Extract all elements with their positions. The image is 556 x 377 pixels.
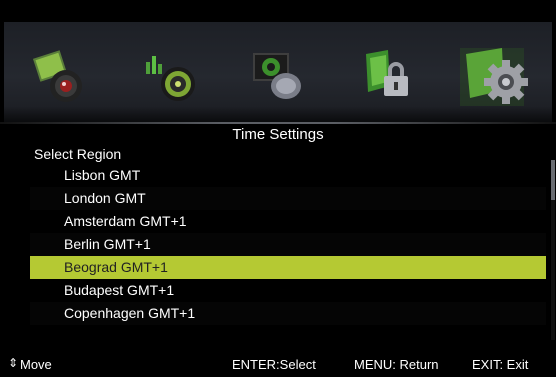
settings-icon[interactable] xyxy=(454,40,534,110)
footer-hints: ⇕ Move ENTER:Select MENU: Return EXIT: E… xyxy=(0,352,556,377)
select-region-label: Select Region xyxy=(34,146,122,162)
channel-icon[interactable] xyxy=(238,40,318,110)
move-hint: Move xyxy=(20,357,52,372)
region-item[interactable]: Berlin GMT+1 xyxy=(30,233,546,256)
region-item[interactable]: Amsterdam GMT+1 xyxy=(30,210,546,233)
tv-menu-screen: Time Settings Select Region Lisbon GMT L… xyxy=(0,0,556,377)
scroll-thumb[interactable] xyxy=(551,160,555,200)
menu-return-hint: MENU: Return xyxy=(354,357,439,372)
enter-select-hint: ENTER:Select xyxy=(232,357,316,372)
exit-hint: EXIT: Exit xyxy=(472,357,529,372)
page-title: Time Settings xyxy=(232,126,324,143)
region-item[interactable]: Budapest GMT+1 xyxy=(30,279,546,302)
region-item[interactable]: Lisbon GMT xyxy=(30,164,546,187)
move-arrows-icon: ⇕ xyxy=(8,356,19,370)
list-scrollbar[interactable] xyxy=(551,160,555,340)
region-item[interactable]: London GMT xyxy=(30,187,546,210)
region-item[interactable]: Copenhagen GMT+1 xyxy=(30,302,546,325)
region-item-selected[interactable]: Beograd GMT+1 xyxy=(30,256,546,279)
sound-icon[interactable] xyxy=(130,40,210,110)
menu-icon-bar xyxy=(4,22,552,122)
region-list: Lisbon GMT London GMT Amsterdam GMT+1 Be… xyxy=(30,164,546,325)
lock-icon[interactable] xyxy=(346,40,426,110)
picture-icon[interactable] xyxy=(22,40,102,110)
header-divider xyxy=(0,122,556,124)
icon-bar-shadow xyxy=(4,106,552,122)
